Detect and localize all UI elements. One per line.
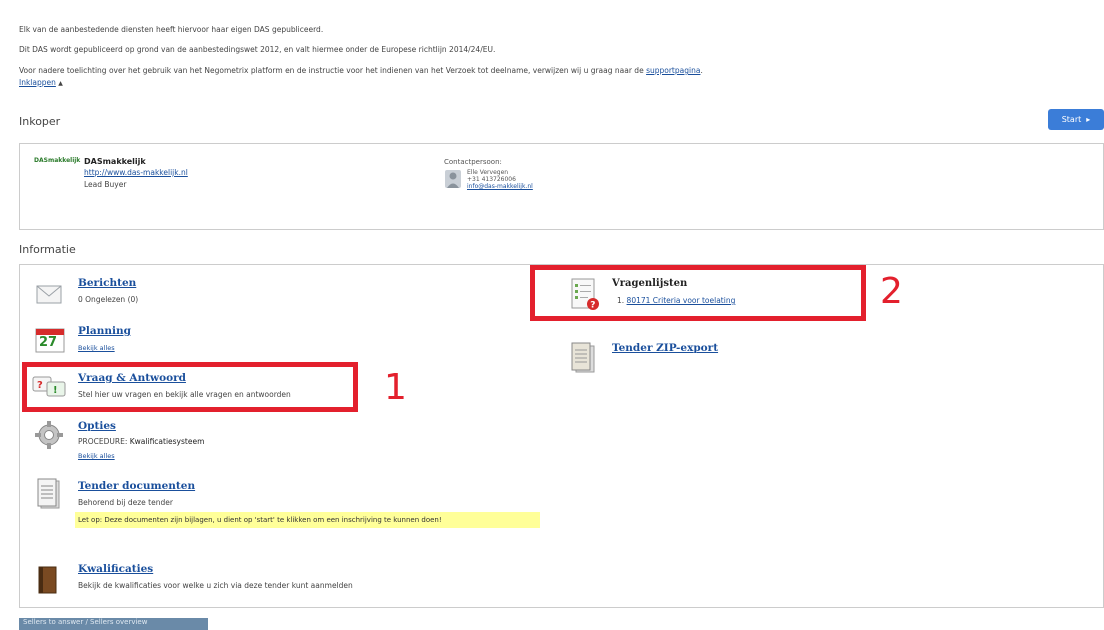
- sellers-overview-button[interactable]: Sellers to answer / Sellers overview: [19, 618, 208, 630]
- zip-archive-icon: [571, 342, 597, 376]
- support-link[interactable]: supportpagina: [646, 66, 700, 75]
- kwalificaties-link[interactable]: Kwalificaties: [78, 563, 153, 575]
- opties-link[interactable]: Opties: [78, 420, 116, 432]
- contact-email-link[interactable]: info@das-makkelijk.nl: [467, 183, 533, 190]
- procedure-value: Kwalificatiesysteem: [129, 437, 205, 446]
- kwalificaties-desc: Bekijk de kwalificaties voor welke u zic…: [78, 581, 353, 590]
- intro-line-2: Dit DAS wordt gepubliceerd op grond van …: [19, 45, 496, 54]
- envelope-icon: [36, 284, 62, 308]
- contact-label: Contactpersoon:: [444, 158, 502, 166]
- opties-view-all[interactable]: Bekijk alles: [78, 452, 115, 460]
- logo-text: DASmakkelijk: [34, 157, 81, 164]
- contact-avatar-icon: [445, 170, 461, 188]
- collapse-toggle[interactable]: Inklappen ▲: [19, 78, 63, 87]
- intro-line-3-text: Voor nadere toelichting over het gebruik…: [19, 66, 647, 75]
- annotation-number-1: 1: [384, 367, 407, 408]
- book-icon: [38, 566, 58, 596]
- berichten-link[interactable]: Berichten: [78, 277, 136, 289]
- contact-phone: +31 413726006: [467, 176, 516, 183]
- start-button-label: Start: [1061, 115, 1082, 124]
- chevron-right-icon: ▸: [1086, 115, 1091, 124]
- document-icon: [37, 478, 61, 512]
- collapse-link[interactable]: Inklappen: [19, 78, 56, 87]
- annotation-box-1: [22, 362, 358, 412]
- buyer-role: Lead Buyer: [84, 180, 127, 189]
- annotation-box-2: [530, 265, 866, 321]
- contact-email[interactable]: info@das-makkelijk.nl: [467, 183, 533, 190]
- intro-line-3-suffix: .: [700, 66, 703, 75]
- procedure-label: PROCEDURE:: [78, 437, 128, 446]
- calendar-day: 27: [39, 335, 58, 350]
- informatie-title: Informatie: [19, 243, 76, 256]
- gear-icon: [34, 420, 64, 452]
- berichten-count: 0 Ongelezen (0): [78, 295, 139, 304]
- org-url-link[interactable]: http://www.das-makkelijk.nl: [84, 168, 188, 177]
- tender-documenten-link[interactable]: Tender documenten: [78, 480, 195, 492]
- planning-view-all[interactable]: Bekijk alles: [78, 344, 115, 352]
- calendar-icon: 27: [35, 325, 65, 353]
- org-name: DASmakkelijk: [84, 157, 146, 166]
- tender-notice: Let op: Deze documenten zijn bijlagen, u…: [75, 512, 540, 528]
- chevron-up-icon: ▲: [58, 80, 63, 87]
- intro-line-1: Elk van de aanbestedende diensten heeft …: [19, 25, 324, 34]
- intro-line-3: Voor nadere toelichting over het gebruik…: [19, 66, 703, 75]
- annotation-number-2: 2: [880, 271, 903, 312]
- zip-export-link[interactable]: Tender ZIP-export: [612, 342, 718, 354]
- start-button[interactable]: Start ▸: [1048, 109, 1104, 130]
- inkoper-title: Inkoper: [19, 115, 61, 128]
- tender-documenten-desc: Behorend bij deze tender: [78, 498, 173, 507]
- procedure-info: PROCEDURE: Kwalificatiesysteem: [78, 437, 204, 446]
- org-url[interactable]: http://www.das-makkelijk.nl: [84, 168, 188, 177]
- contact-name: Elle Vervegen: [467, 169, 509, 176]
- planning-link[interactable]: Planning: [78, 325, 131, 337]
- organization-logo: DASmakkelijk: [34, 157, 80, 164]
- inkoper-panel: DASmakkelijk DASmakkelijk http://www.das…: [19, 143, 1104, 230]
